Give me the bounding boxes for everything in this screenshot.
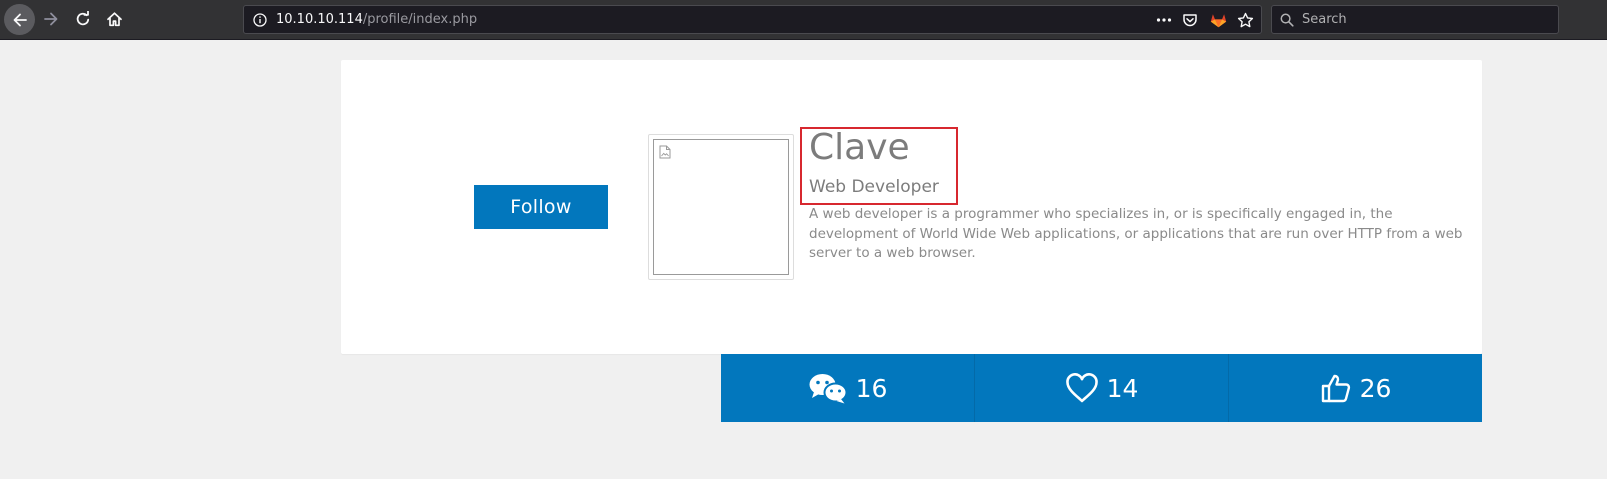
stat-comments[interactable]: 16 [721, 354, 974, 422]
follow-button[interactable]: Follow [474, 185, 608, 229]
address-bar[interactable]: 10.10.10.114/profile/index.php [243, 5, 1262, 34]
avatar [648, 134, 794, 280]
star-icon[interactable] [1237, 12, 1254, 29]
url-path: /profile/index.php [362, 12, 478, 27]
thumbs-up-count: 26 [1359, 373, 1392, 403]
back-button[interactable] [4, 4, 35, 35]
back-arrow-icon [13, 13, 27, 26]
likes-count: 14 [1106, 373, 1139, 403]
thumbs-up-icon [1321, 374, 1350, 403]
pocket-icon[interactable] [1182, 12, 1198, 28]
stat-likes[interactable]: 14 [974, 354, 1228, 422]
browser-toolbar: 10.10.10.114/profile/index.php Search [0, 0, 1607, 40]
info-icon[interactable] [253, 13, 267, 27]
reload-button[interactable] [68, 4, 98, 34]
chat-bubbles-icon [809, 374, 848, 404]
forward-arrow-icon [44, 12, 58, 26]
heart-icon [1065, 373, 1098, 403]
broken-image-icon [659, 145, 671, 159]
profile-bio: A web developer is a programmer who spec… [809, 206, 1463, 262]
forward-button[interactable] [36, 4, 66, 34]
home-button[interactable] [99, 4, 129, 34]
profile-name: Clave [809, 127, 910, 168]
search-icon [1280, 13, 1294, 27]
stat-thumbs-up[interactable]: 26 [1228, 354, 1482, 422]
stats-bar: 16 14 26 [721, 354, 1482, 422]
avatar-image [653, 139, 789, 275]
comments-count: 16 [855, 373, 888, 403]
profile-card: Follow Clave Web Developer A web develop… [341, 60, 1482, 354]
more-dots-icon[interactable] [1156, 13, 1172, 27]
gitlab-icon[interactable] [1210, 12, 1227, 28]
url-text[interactable]: 10.10.10.114/profile/index.php [276, 12, 477, 28]
search-placeholder: Search [1302, 12, 1347, 27]
home-icon [106, 11, 122, 26]
search-bar[interactable]: Search [1271, 5, 1559, 34]
url-host: 10.10.10.114 [276, 12, 363, 27]
reload-icon [76, 11, 90, 26]
profile-role: Web Developer [809, 177, 939, 197]
